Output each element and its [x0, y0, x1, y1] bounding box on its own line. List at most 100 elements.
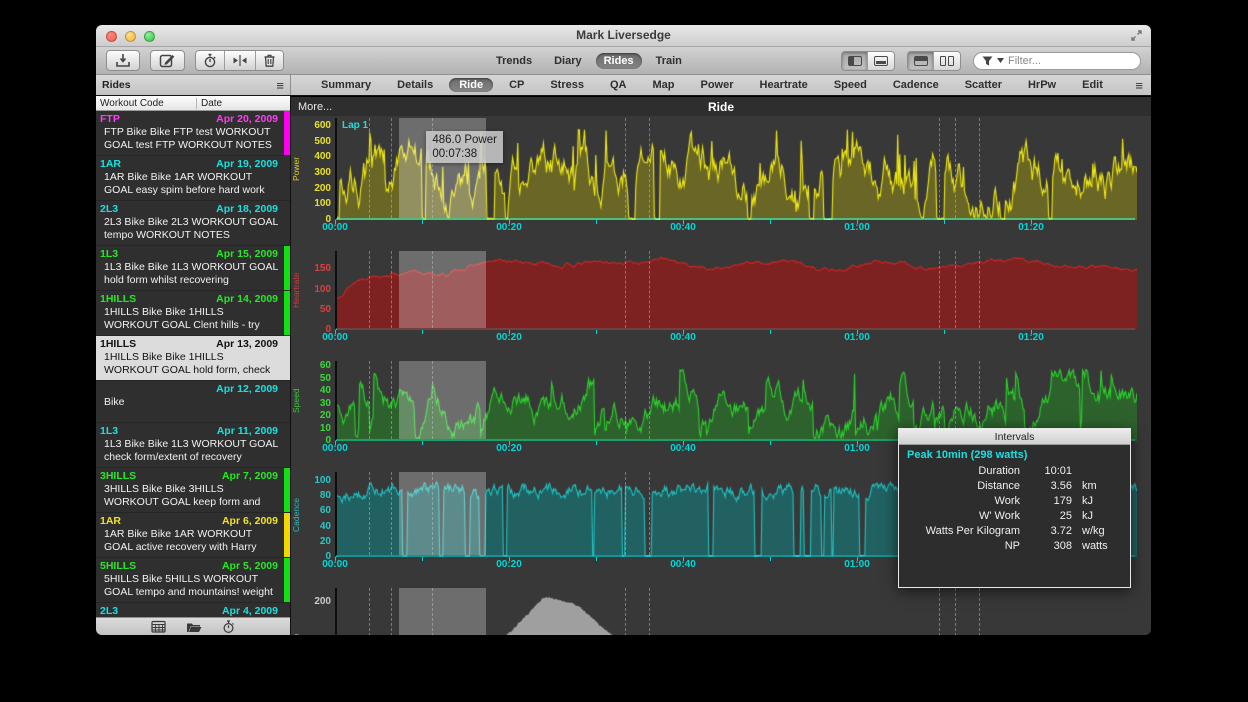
interval-marker: [391, 251, 392, 328]
cadence-y-ticks: 020406080100: [305, 472, 335, 557]
ride-list-item[interactable]: 2L3 Apr 18, 2009 2L3 Bike Bike 2L3 WORKO…: [96, 201, 290, 246]
single-layout-button[interactable]: [908, 52, 934, 70]
workout-date: Apr 13, 2009: [216, 338, 278, 350]
tab-details[interactable]: Details: [387, 78, 443, 92]
fullscreen-icon[interactable]: [1130, 29, 1143, 42]
ride-list-item[interactable]: FTP Apr 20, 2009 FTP Bike Bike FTP test …: [96, 111, 290, 156]
tab-heartrate[interactable]: Heartrate: [750, 78, 818, 92]
ride-list-item[interactable]: 1AR Apr 6, 2009 1AR Bike Bike 1AR WORKOU…: [96, 513, 290, 558]
interval-marker: [369, 588, 370, 635]
ride-list-item[interactable]: 1HILLS Apr 13, 2009 1HILLS Bike Bike 1HI…: [96, 336, 290, 381]
view-tab-diary[interactable]: Diary: [546, 53, 590, 69]
zoom-button[interactable]: [144, 31, 155, 42]
color-band: [284, 381, 290, 422]
tab-stress[interactable]: Stress: [540, 78, 594, 92]
folder-icon[interactable]: [186, 621, 202, 633]
chart-area: More... Ride Power0100200300400500600Lap…: [291, 96, 1151, 635]
color-band: [284, 291, 290, 335]
ride-list-item[interactable]: 1HILLS Apr 14, 2009 1HILLS Bike Bike 1HI…: [96, 291, 290, 336]
metric-value: 308: [1028, 539, 1072, 554]
tab-summary[interactable]: Summary: [311, 78, 381, 92]
download-activity-button[interactable]: [106, 50, 140, 71]
workout-description: FTP Bike Bike FTP test WORKOUT GOAL test…: [100, 125, 280, 152]
view-tab-rides[interactable]: Rides: [596, 53, 642, 69]
altitude-plot[interactable]: [335, 588, 1135, 635]
power-plot[interactable]: Lap 1486.0 Power00:07:38: [335, 118, 1135, 220]
chart-power: Power0100200300400500600Lap 1486.0 Power…: [291, 118, 1151, 235]
interval-heading: Peak 10min (298 watts): [907, 449, 1120, 461]
view-tab-train[interactable]: Train: [648, 53, 690, 69]
list-column-header[interactable]: Workout Code Date: [96, 96, 290, 111]
tab-qa[interactable]: QA: [600, 78, 637, 92]
cadence-axis-label: Cadence: [291, 472, 305, 557]
tab-power[interactable]: Power: [690, 78, 743, 92]
chevron-down-icon: [997, 58, 1004, 63]
selection-region[interactable]: [399, 361, 486, 439]
workout-date: Apr 4, 2009: [222, 605, 278, 617]
workout-date: Apr 19, 2009: [216, 158, 278, 170]
color-band: [284, 246, 290, 290]
view-tab-trends[interactable]: Trends: [488, 53, 540, 69]
workout-date: Apr 5, 2009: [222, 560, 278, 572]
intervals-popup[interactable]: Intervals Peak 10min (298 watts) Duratio…: [898, 428, 1131, 588]
intervals-popup-title[interactable]: Intervals: [899, 429, 1130, 445]
ride-list-item[interactable]: 1L3 Apr 11, 2009 1L3 Bike Bike 1L3 WORKO…: [96, 423, 290, 468]
selection-region[interactable]: [399, 251, 486, 328]
more-button[interactable]: More...: [298, 101, 332, 113]
ride-list-item[interactable]: 1AR Apr 19, 2009 1AR Bike Bike 1AR WORKO…: [96, 156, 290, 201]
calendar-icon[interactable]: [151, 620, 166, 633]
minimize-button[interactable]: [125, 31, 136, 42]
sidebar-menu-icon[interactable]: ≡: [276, 79, 284, 92]
stopwatch-icon[interactable]: [222, 620, 235, 634]
filter-placeholder: Filter...: [1008, 55, 1041, 67]
metric-value: 179: [1028, 494, 1072, 509]
bottom-panel-icon: [874, 56, 888, 66]
close-button[interactable]: [106, 31, 117, 42]
tab-edit[interactable]: Edit: [1072, 78, 1113, 92]
tab-ride[interactable]: Ride: [449, 78, 493, 92]
tab-cadence[interactable]: Cadence: [883, 78, 949, 92]
sidebar-panel-icon: [848, 56, 862, 66]
delete-activity-button[interactable]: [256, 51, 283, 70]
interval-marker: [939, 588, 940, 635]
chart-menu-icon[interactable]: ≡: [1135, 79, 1143, 92]
ride-list-item[interactable]: 5HILLS Apr 5, 2009 5HILLS Bike 5HILLS WO…: [96, 558, 290, 603]
interval-marker: [625, 251, 626, 328]
ride-list-item[interactable]: 1L3 Apr 15, 2009 1L3 Bike Bike 1L3 WORKO…: [96, 246, 290, 291]
ride-list-item[interactable]: 2L3 Apr 4, 2009 2L3 Bike Bike 2L3 WORKOU…: [96, 603, 290, 617]
filter-input[interactable]: Filter...: [973, 52, 1141, 70]
tiled-layout-button[interactable]: [934, 52, 960, 70]
interval-marker: [939, 118, 940, 218]
interval-metric-row: Distance 3.56 km: [907, 479, 1120, 494]
ride-list: FTP Apr 20, 2009 FTP Bike Bike FTP test …: [96, 111, 290, 617]
ride-list-item[interactable]: 3HILLS Apr 7, 2009 3HILLS Bike Bike 3HIL…: [96, 468, 290, 513]
metric-unit: w/kg: [1072, 524, 1120, 539]
interval-marker: [432, 251, 433, 328]
column-date[interactable]: Date: [197, 98, 222, 109]
tiled-panes-icon: [940, 56, 954, 66]
tab-map[interactable]: Map: [642, 78, 684, 92]
metric-value: 10:01: [1028, 464, 1072, 479]
interval-marker: [625, 361, 626, 439]
ride-list-item[interactable]: Apr 12, 2009 Bike: [96, 381, 290, 423]
interval-marker: [979, 588, 980, 635]
interval-marker: [979, 251, 980, 328]
selection-region[interactable]: [399, 472, 486, 555]
heartrate-plot[interactable]: [335, 251, 1135, 330]
metric-unit: kJ: [1072, 494, 1120, 509]
metric-label: Duration: [907, 464, 1028, 479]
split-activity-button[interactable]: [225, 51, 256, 70]
toggle-bottombar-button[interactable]: [868, 52, 894, 70]
metric-label: Work: [907, 494, 1028, 509]
toggle-sidebar-button[interactable]: [842, 52, 868, 70]
tab-speed[interactable]: Speed: [824, 78, 877, 92]
workout-date: Apr 12, 2009: [216, 383, 278, 395]
tab-cp[interactable]: CP: [499, 78, 534, 92]
column-workout-code[interactable]: Workout Code: [96, 98, 197, 109]
selection-region[interactable]: [399, 588, 486, 635]
stopwatch-button[interactable]: [196, 51, 225, 70]
tab-scatter[interactable]: Scatter: [955, 78, 1012, 92]
tab-hrpw[interactable]: HrPw: [1018, 78, 1066, 92]
power-x-ticks: 00:0000:2000:4001:0001:20: [335, 222, 1135, 235]
manual-entry-button[interactable]: [150, 50, 185, 71]
